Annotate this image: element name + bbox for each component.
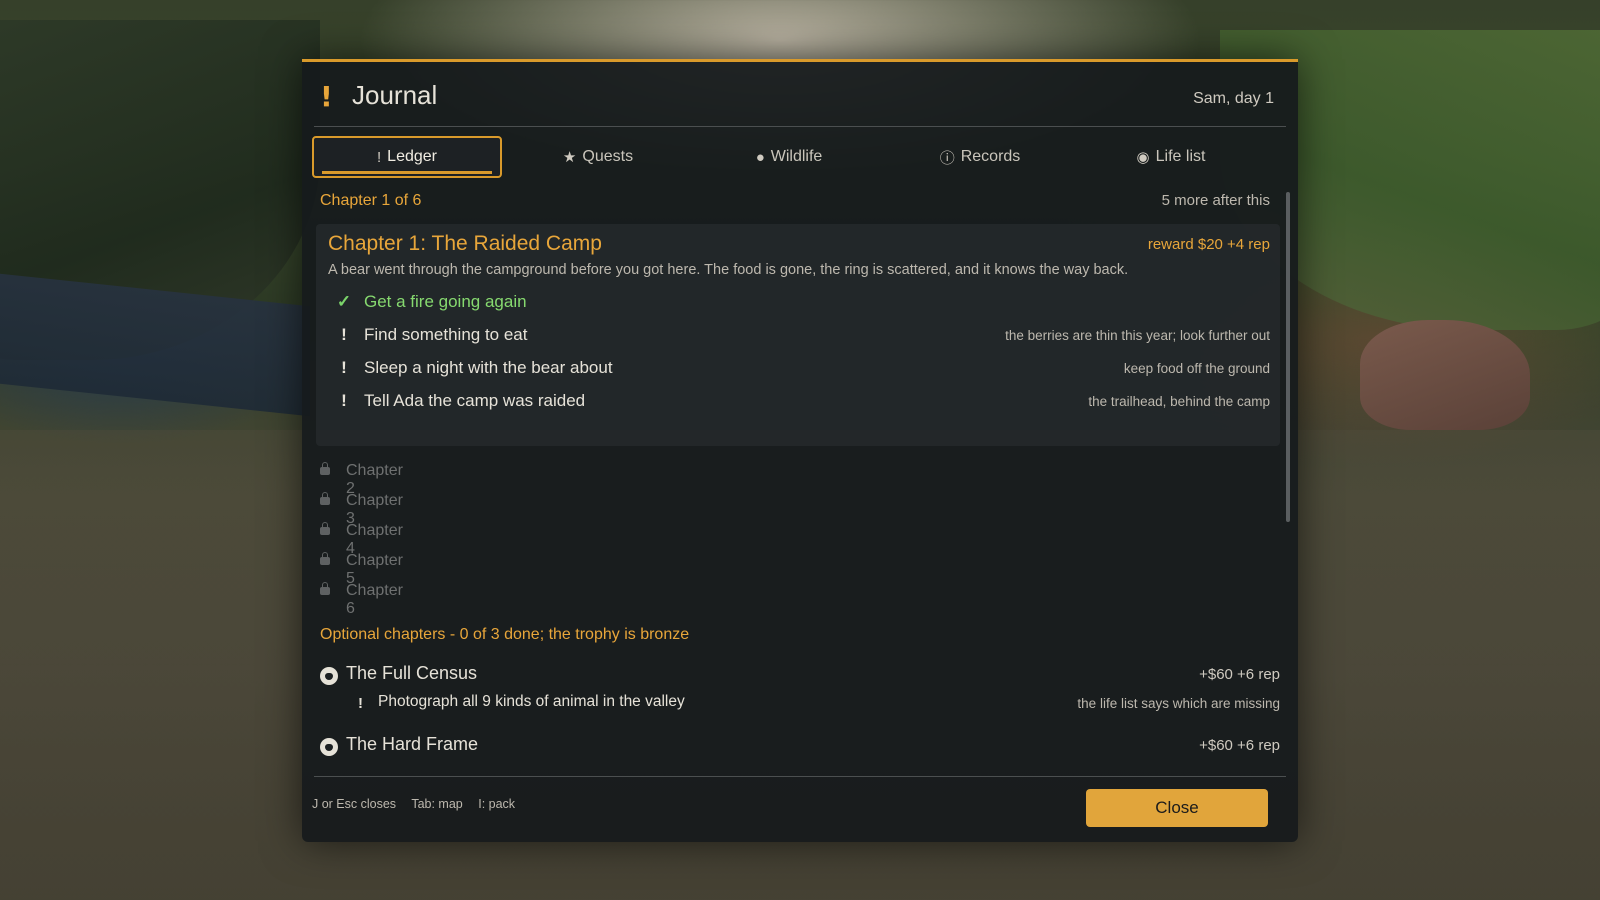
chapter-reward: reward $20 +4 rep — [1147, 236, 1270, 253]
lock-icon — [320, 492, 330, 505]
lock-icon — [320, 552, 330, 565]
objective-text: Find something to eat — [364, 325, 528, 344]
optional-chapter-title: The Full Census — [346, 663, 478, 683]
optional-chapter: The Full Census +$60 +6 rep — [318, 663, 1280, 693]
lock-icon — [320, 582, 330, 595]
journal-dialog: ! Journal Sam, day 1 ! Ledger ★ Quests ●… — [302, 59, 1298, 842]
exclamation-icon: ! — [358, 695, 363, 712]
optional-chapter-reward: +$60 +6 rep — [1199, 737, 1280, 754]
tab-label: Wildlife — [770, 148, 823, 165]
tab-quests[interactable]: ★ Quests — [503, 136, 693, 178]
current-chapter-card: Chapter 1: The Raided Camp reward $20 +4… — [316, 224, 1280, 446]
key-hint: Tab: map — [411, 797, 463, 811]
camera-icon — [320, 667, 338, 685]
journal-header: ! Journal Sam, day 1 — [302, 62, 1298, 126]
key-hint: J or Esc closes — [312, 797, 397, 811]
journal-scrollbar[interactable] — [1286, 192, 1290, 522]
info-icon: ⓘ — [939, 149, 955, 167]
objective-item: ! Sleep a night with the bear about keep… — [330, 354, 1270, 382]
tab-ledger[interactable]: ! Ledger — [312, 136, 502, 178]
footer-divider — [314, 776, 1286, 777]
chapter-progress: Chapter 1 of 6 — [320, 192, 422, 209]
objective-hint: the berries are thin this year; look fur… — [1005, 328, 1270, 343]
background-hillside — [0, 20, 320, 360]
optional-chapters-header: Optional chapters - 0 of 3 done; the tro… — [320, 626, 690, 643]
journal-day-label: Sam, day 1 — [1193, 90, 1274, 107]
lock-icon — [320, 462, 330, 475]
locked-chapter-label: Chapter 6 — [346, 582, 403, 617]
ledger-content: Chapter 1 of 6 5 more after this Chapter… — [312, 184, 1280, 764]
optional-chapter: The Hard Frame +$60 +6 rep — [318, 734, 1280, 764]
camera-icon: ◉ — [1136, 149, 1150, 166]
paw-icon: ● — [755, 148, 765, 166]
close-button[interactable]: Close — [1086, 789, 1268, 827]
lock-icon — [320, 522, 330, 535]
tab-life-list[interactable]: ◉ Life list — [1076, 136, 1266, 178]
optional-objective: ! Photograph all 9 kinds of animal in th… — [318, 693, 1280, 723]
header-divider — [314, 126, 1286, 127]
exclamation-icon: ! — [341, 391, 347, 410]
objective-text: Tell Ada the camp was raided — [364, 391, 586, 410]
tab-wildlife[interactable]: ● Wildlife — [694, 136, 884, 178]
tab-label: Life list — [1155, 148, 1206, 165]
background-lake — [0, 273, 310, 417]
journal-tabs: ! Ledger ★ Quests ● Wildlife ⓘ Records ◉… — [312, 136, 1288, 178]
journal-exclamation-icon: ! — [320, 80, 333, 113]
chapter-description: A bear went through the campground befor… — [328, 262, 1129, 278]
objective-hint: the trailhead, behind the camp — [1088, 394, 1270, 409]
tab-label: Quests — [582, 148, 634, 165]
tab-records[interactable]: ⓘ Records — [885, 136, 1075, 178]
optional-objective-text: Photograph all 9 kinds of animal in the … — [378, 693, 685, 710]
optional-objective-hint: the life list says which are missing — [1077, 696, 1280, 711]
key-hint: I: pack — [478, 797, 516, 811]
tab-label: Records — [960, 148, 1021, 165]
objective-item: ! Tell Ada the camp was raided the trail… — [330, 387, 1270, 415]
optional-chapter-reward: +$60 +6 rep — [1199, 666, 1280, 683]
background-rock — [1360, 320, 1530, 430]
journal-title: Journal — [352, 80, 438, 110]
objective-hint: keep food off the ground — [1123, 361, 1270, 376]
key-hints: J or Esc closes Tab: map I: pack — [312, 797, 527, 811]
optional-chapter-title: The Hard Frame — [346, 734, 479, 754]
check-icon: ✓ — [336, 292, 352, 311]
camera-icon — [320, 738, 338, 756]
objective-item: ✓ Get a fire going again — [330, 288, 1270, 316]
chapter-title: Chapter 1: The Raided Camp — [328, 232, 602, 255]
objective-item: ! Find something to eat the berries are … — [330, 321, 1270, 349]
star-icon: ★ — [562, 149, 577, 166]
objective-text: Sleep a night with the bear about — [364, 358, 613, 377]
objective-text: Get a fire going again — [364, 292, 527, 311]
exclamation-icon: ! — [341, 358, 347, 377]
chapters-remaining: 5 more after this — [1161, 192, 1270, 209]
exclamation-icon: ! — [377, 148, 382, 166]
exclamation-icon: ! — [341, 325, 347, 344]
tab-label: Ledger — [387, 148, 437, 165]
